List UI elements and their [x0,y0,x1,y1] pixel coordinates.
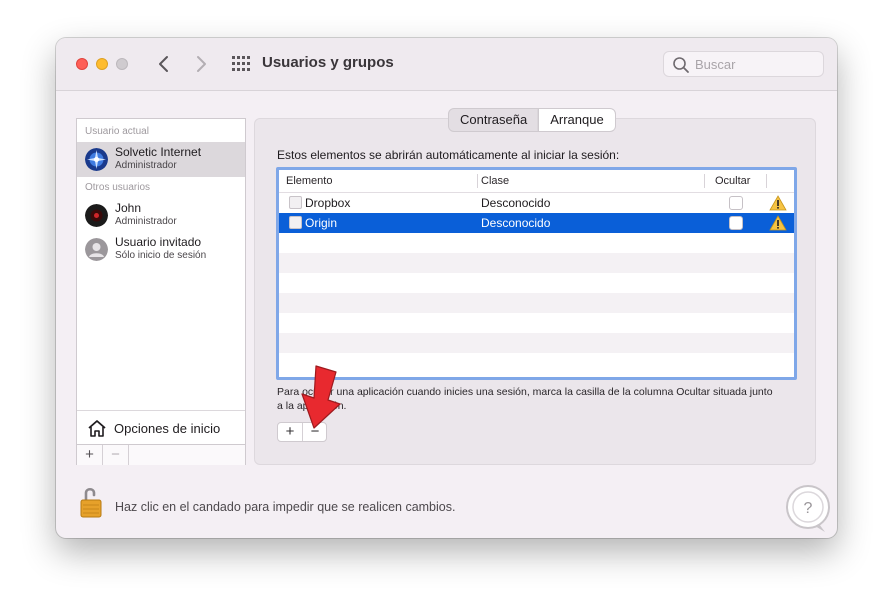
column-header-hide[interactable]: Ocultar [715,175,750,187]
app-icon [289,216,302,229]
warning-icon [769,215,787,231]
avatar [85,204,108,227]
app-icon [289,196,302,209]
title-bar: Usuarios y grupos Buscar [56,38,837,91]
table-row[interactable]: Dropbox Desconocido [279,193,794,213]
user-role: Administrador [115,160,177,171]
user-name: Usuario invitado [115,235,202,249]
unlocked-padlock-icon[interactable] [80,485,102,521]
show-all-button[interactable] [231,54,251,74]
back-button[interactable] [153,52,175,76]
login-options-label: Opciones de inicio [114,421,221,436]
item-kind: Desconocido [481,216,551,230]
empty-row [279,333,794,353]
chevron-left-icon [159,56,168,72]
help-watermark-icon: ? [786,485,830,532]
current-user-header: Usuario actual [85,126,149,137]
house-icon [88,420,106,437]
user-item-guest[interactable]: Usuario invitado Sólo inicio de sesión [77,232,245,267]
item-name: Dropbox [305,196,351,210]
user-role: Sólo inicio de sesión [115,250,207,261]
avatar [85,148,108,171]
item-kind: Desconocido [481,196,551,210]
user-item-john[interactable]: John Administrador [77,198,245,233]
user-name: John [115,201,142,215]
search-icon [673,57,689,73]
user-role: Administrador [115,216,177,227]
users-sidebar: Usuario actual Solvetic Internet Adminis… [76,118,246,465]
column-header-item[interactable]: Elemento [286,175,332,187]
chevron-right-icon [197,56,206,72]
close-window-button[interactable] [76,58,88,70]
hide-checkbox[interactable] [729,216,743,230]
table-row[interactable]: Origin Desconocido [279,213,794,233]
login-options-item[interactable]: Opciones de inicio [77,410,245,445]
forward-button[interactable] [190,52,212,76]
system-preferences-window: Usuarios y grupos Buscar Usuario actual … [56,38,837,538]
column-divider [766,174,767,188]
tab-password[interactable]: Contraseña [449,109,538,131]
avatar [85,238,108,261]
empty-row [279,293,794,313]
empty-row [279,253,794,273]
hide-checkbox[interactable] [729,196,743,210]
search-field[interactable]: Buscar [663,51,824,77]
table-header: Elemento Clase Ocultar [279,170,794,193]
user-item-solvetic[interactable]: Solvetic Internet Administrador [77,142,245,177]
column-divider [477,174,478,188]
add-user-button[interactable]: + [77,445,103,465]
search-placeholder: Buscar [695,57,736,72]
hide-hint-text: Para ocultar una aplicación cuando inici… [277,386,773,412]
lock-hint-text: Haz clic en el candado para impedir que … [115,500,456,514]
pointer-arrow-icon [301,365,341,429]
svg-text:?: ? [804,500,813,517]
window-title: Usuarios y grupos [262,54,394,71]
minimize-window-button[interactable] [96,58,108,70]
sidebar-toolbar: + − [77,444,245,465]
login-items-intro: Estos elementos se abrirán automáticamen… [277,148,620,162]
tab-bar: Contraseña Arranque [448,108,616,132]
tab-login-items[interactable]: Arranque [538,109,615,131]
column-divider [704,174,705,188]
zoom-window-button[interactable] [116,58,128,70]
user-name: Solvetic Internet [115,145,202,159]
other-users-header: Otros usuarios [85,182,151,193]
warning-icon [769,195,787,211]
login-items-table[interactable]: Elemento Clase Ocultar Dropbox Desconoci… [276,167,797,380]
grid-icon [232,56,250,71]
column-header-kind[interactable]: Clase [481,175,509,187]
item-name: Origin [305,216,338,230]
remove-user-button[interactable]: − [103,445,129,465]
